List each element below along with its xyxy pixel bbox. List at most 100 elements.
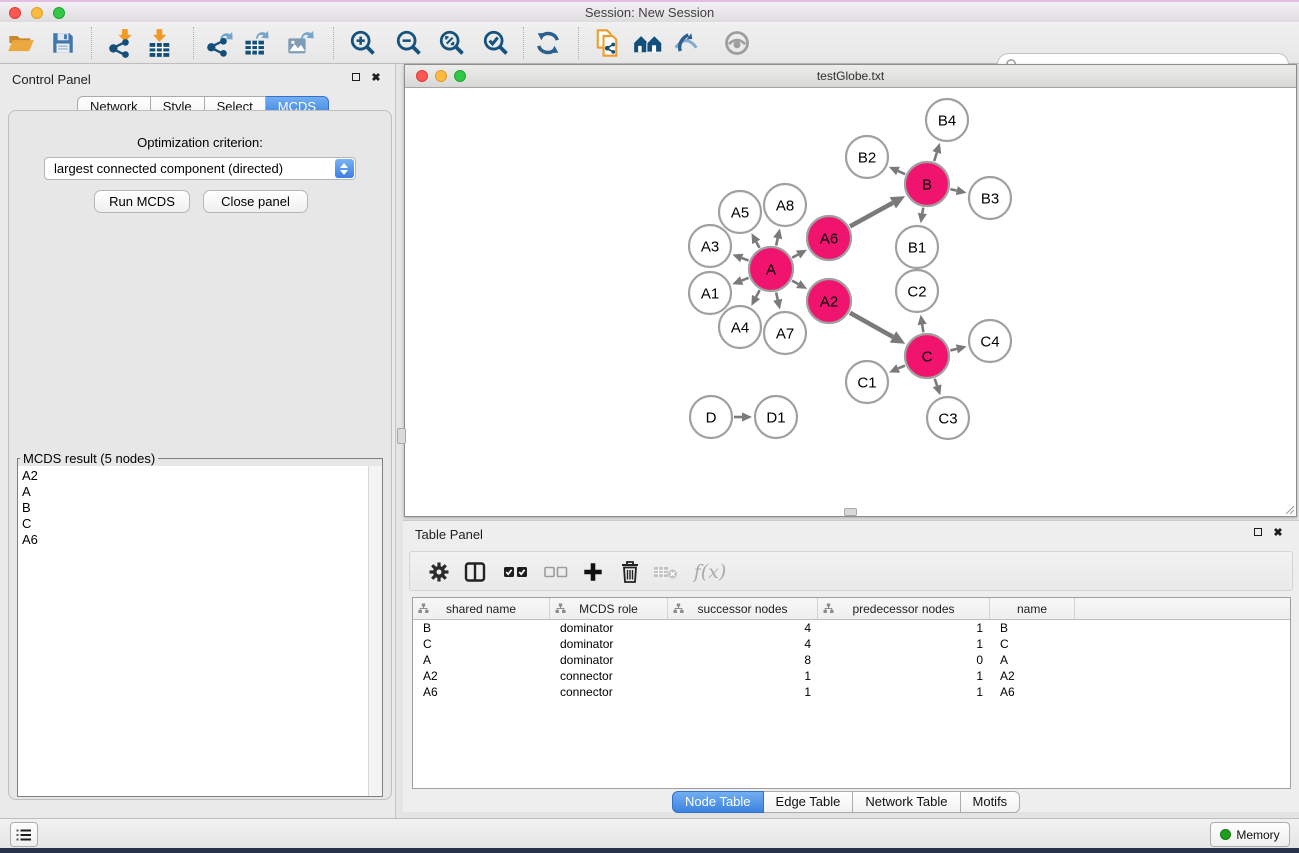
export-network-button[interactable] [203, 26, 237, 60]
edge-A-A7[interactable] [776, 292, 778, 299]
show-graphics-eye-button[interactable] [720, 26, 754, 60]
add-column-button[interactable] [578, 557, 608, 587]
task-history-button[interactable] [10, 822, 38, 847]
node-B1[interactable]: B1 [896, 226, 938, 268]
zoom-fit-button[interactable] [435, 26, 469, 60]
column-header-MCDS-role[interactable]: MCDS role [550, 598, 668, 619]
show-columns-button[interactable] [460, 557, 490, 587]
column-header-successor-nodes[interactable]: successor nodes [668, 598, 818, 619]
open-session-button[interactable] [4, 26, 38, 60]
edge-A-A8[interactable] [776, 238, 778, 245]
horizontal-splitter-handle[interactable] [844, 508, 857, 516]
network-graph[interactable]: B4 B2 B B3 A5A8A6 B1 A3 A C2 A1 A2 A4A7 C C4 C1 C3 D D1 [405, 88, 1296, 516]
close-table-panel-icon[interactable]: ✖ [1271, 528, 1285, 540]
node-B4[interactable]: B4 [926, 99, 968, 141]
import-table-button[interactable] [143, 26, 177, 60]
zoom-in-button[interactable] [346, 26, 380, 60]
cell-shared-name: A6 [413, 684, 550, 700]
node-A6[interactable]: A6 [807, 216, 851, 260]
node-A3[interactable]: A3 [689, 225, 731, 267]
edge-C-C3[interactable] [935, 379, 937, 386]
edge-A2-C[interactable] [850, 313, 893, 337]
refresh-button[interactable] [531, 26, 565, 60]
memory-button[interactable]: Memory [1210, 822, 1290, 847]
mcds-result-item[interactable]: A6 [22, 532, 364, 548]
node-D1[interactable]: D1 [755, 396, 797, 438]
edge-A6-B[interactable] [850, 203, 893, 227]
select-all-button[interactable] [501, 557, 531, 587]
node-A4[interactable]: A4 [719, 306, 761, 348]
node-C3[interactable]: C3 [927, 397, 969, 439]
edge-A-A3[interactable] [742, 258, 749, 261]
node-C1[interactable]: C1 [846, 361, 888, 403]
node-A5[interactable]: A5 [719, 191, 761, 233]
table-row[interactable]: Cdominator41C [413, 636, 1290, 652]
delete-table-button[interactable] [651, 557, 681, 587]
edge-A-A2[interactable] [792, 281, 798, 284]
result-scrollbar[interactable] [368, 466, 382, 796]
column-header-shared-name[interactable]: shared name [413, 598, 550, 619]
node-D[interactable]: D [690, 396, 732, 438]
tab-node-table[interactable]: Node Table [672, 791, 764, 813]
clone-network-button[interactable] [590, 26, 624, 60]
mcds-result-item[interactable]: A [22, 484, 364, 500]
column-header-name[interactable]: name [990, 598, 1075, 619]
mcds-result-item[interactable]: B [22, 500, 364, 516]
close-panel-icon[interactable]: ✖ [369, 73, 383, 85]
graphics-details-button[interactable] [669, 26, 703, 60]
function-builder-button[interactable]: f(x) [688, 557, 732, 587]
delete-column-button[interactable] [615, 557, 645, 587]
mcds-result-item[interactable]: C [22, 516, 364, 532]
deselect-all-button[interactable] [541, 557, 571, 587]
mcds-result-item[interactable]: A2 [22, 468, 364, 484]
node-B3[interactable]: B3 [969, 177, 1011, 219]
edge-A-A4[interactable] [756, 290, 760, 297]
resize-grip-icon[interactable] [1283, 503, 1295, 515]
tab-edge-table[interactable]: Edge Table [764, 791, 854, 813]
zoom-selected-button[interactable] [479, 26, 513, 60]
float-panel-icon[interactable] [349, 73, 363, 85]
edge-B-B1[interactable] [922, 208, 923, 214]
table-row[interactable]: Bdominator41B [413, 620, 1290, 636]
table-row[interactable]: A2connector11A2 [413, 668, 1290, 684]
node-B2[interactable]: B2 [846, 136, 888, 178]
node-A1[interactable]: A1 [689, 272, 731, 314]
node-C4[interactable]: C4 [969, 320, 1011, 362]
tab-motifs[interactable]: Motifs [961, 791, 1021, 813]
edge-A-A1[interactable] [742, 278, 749, 281]
save-session-button[interactable] [46, 26, 80, 60]
node-B[interactable]: B [905, 162, 949, 206]
edge-B-B3[interactable] [950, 189, 956, 190]
table-row[interactable]: Adominator80A [413, 652, 1290, 668]
column-header-predecessor-nodes[interactable]: predecessor nodes [818, 598, 990, 619]
node-C[interactable]: C [905, 334, 949, 378]
node-A8[interactable]: A8 [764, 184, 806, 226]
export-table-button[interactable] [240, 26, 274, 60]
node-A2[interactable]: A2 [807, 279, 851, 323]
edge-C-C2[interactable] [922, 325, 923, 333]
edge-C-C1[interactable] [898, 366, 905, 369]
node-table[interactable]: shared nameMCDS rolesuccessor nodesprede… [412, 597, 1291, 789]
node-C2[interactable]: C2 [896, 270, 938, 312]
node-A7[interactable]: A7 [764, 312, 806, 354]
edge-B-B4[interactable] [934, 152, 937, 161]
vertical-splitter-handle[interactable] [397, 428, 406, 444]
close-panel-button[interactable]: Close panel [203, 190, 308, 213]
edge-B-B2[interactable] [898, 171, 905, 174]
node-A[interactable]: A [749, 247, 793, 291]
float-table-panel-icon[interactable] [1251, 528, 1265, 540]
import-network-button[interactable] [105, 26, 139, 60]
criterion-dropdown[interactable]: largest connected component (directed) [44, 157, 356, 180]
export-image-button[interactable] [284, 26, 318, 60]
zoom-out-button[interactable] [392, 26, 426, 60]
tab-network-table[interactable]: Network Table [853, 791, 960, 813]
table-row[interactable]: A6connector11A6 [413, 684, 1290, 700]
run-mcds-button[interactable]: Run MCDS [94, 190, 190, 213]
edge-A-A5[interactable] [756, 242, 759, 248]
edge-A-A6[interactable] [792, 254, 798, 257]
save-floppy-icon [50, 30, 76, 56]
first-neighbors-button[interactable] [631, 26, 665, 60]
network-window-titlebar[interactable]: testGlobe.txt [405, 65, 1296, 88]
edge-C-C4[interactable] [950, 349, 957, 351]
table-settings-button[interactable] [424, 557, 454, 587]
